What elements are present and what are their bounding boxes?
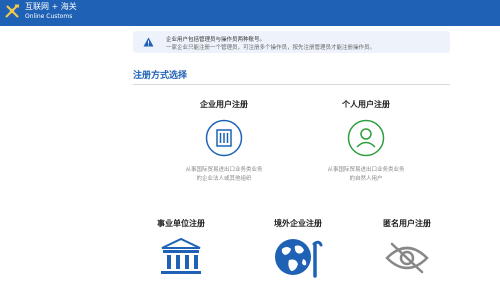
notice-line-1: 企业用户包括管理员与操作员两种账号。 bbox=[166, 37, 266, 43]
building-icon[interactable] bbox=[205, 119, 243, 157]
brand-name-cn[interactable]: 互联网 + 海关 bbox=[25, 2, 77, 12]
enterprise-register-desc-1: 从事国际贸易进出口业务类业务 bbox=[185, 167, 263, 173]
notice-banner: 企业用户包括管理员与操作员两种账号。 一家企业只能注册一个管理员，可注册多个操作… bbox=[133, 31, 450, 53]
globe-icon[interactable] bbox=[274, 236, 326, 278]
section-divider bbox=[133, 84, 450, 85]
eye-slash-icon[interactable] bbox=[384, 240, 430, 276]
overseas-register-title[interactable]: 境外企业注册 bbox=[274, 218, 322, 229]
personal-register-desc-2: 的自然人用户 bbox=[349, 176, 383, 182]
personal-register-desc-1: 从事国际贸易进出口业务类业务 bbox=[327, 167, 405, 173]
institution-register-title[interactable]: 事业单位注册 bbox=[157, 218, 205, 229]
warning-triangle-icon bbox=[143, 37, 154, 47]
customs-emblem-icon[interactable] bbox=[4, 3, 20, 19]
person-icon[interactable] bbox=[347, 119, 385, 157]
institution-icon[interactable] bbox=[157, 236, 205, 276]
section-title: 注册方式选择 bbox=[133, 71, 188, 81]
anonymous-register-title[interactable]: 匿名用户注册 bbox=[383, 218, 431, 229]
brand-name-en: Online Customs bbox=[25, 13, 73, 20]
top-bar: 互联网 + 海关 Online Customs bbox=[0, 0, 500, 26]
personal-register-title[interactable]: 个人用户注册 bbox=[342, 99, 390, 110]
enterprise-register-desc-2: 的企业法人或其他组织 bbox=[196, 176, 252, 182]
notice-line-2: 一家企业只能注册一个管理员，可注册多个操作员，按先注册管理员才能注册操作员。 bbox=[166, 45, 376, 51]
enterprise-register-title[interactable]: 企业用户注册 bbox=[200, 99, 248, 110]
